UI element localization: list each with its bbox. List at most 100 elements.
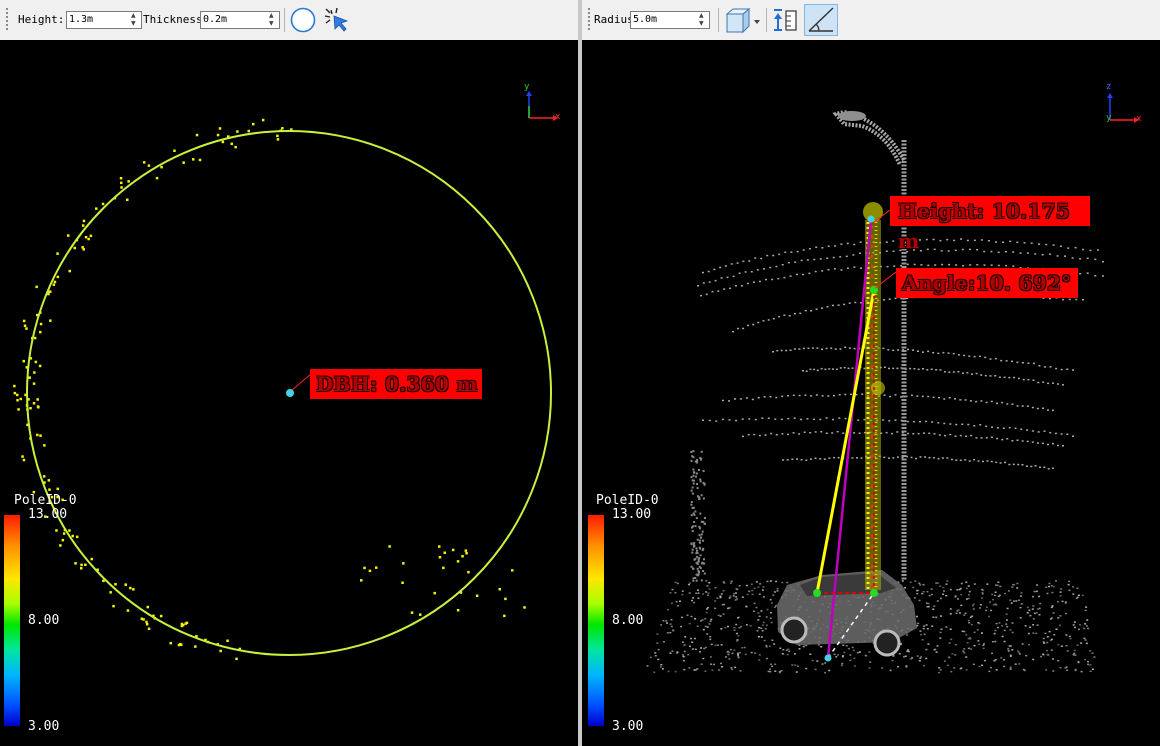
ground-point (759, 583, 762, 585)
ground-point (965, 656, 968, 658)
slice-point (443, 551, 446, 554)
thickness-spinbox[interactable]: 0.2m ▲ ▼ (200, 11, 280, 29)
wire-point (821, 270, 824, 272)
slice-point (433, 591, 436, 595)
wire-point (774, 418, 777, 420)
ground-point (656, 642, 659, 644)
top-view-canvas[interactable] (0, 40, 578, 746)
legend-max: 13.00 (612, 507, 652, 522)
ground-point (776, 590, 779, 592)
angle-measure-button[interactable] (804, 4, 838, 36)
wire-point (782, 459, 784, 461)
wire-point (856, 457, 858, 459)
ground-point (733, 592, 736, 595)
ground-point (714, 607, 717, 610)
ground-point (738, 585, 741, 587)
wire-point (785, 349, 788, 352)
wire-point (742, 327, 745, 330)
radius-value[interactable]: 5.0m (633, 14, 657, 25)
ground-point (706, 608, 708, 610)
slice-point (56, 275, 60, 279)
wire-point (1026, 405, 1029, 407)
wire-point (1041, 442, 1044, 445)
toolbar-grip[interactable] (588, 8, 590, 32)
ground-point (1089, 650, 1092, 652)
wire-point (990, 400, 993, 403)
slice-point (504, 597, 507, 601)
ground-point (1083, 627, 1086, 630)
wire-point (811, 347, 814, 349)
wire-point (932, 352, 935, 354)
ground-point (765, 624, 768, 626)
wire-point (852, 254, 855, 256)
wire-point (1097, 249, 1099, 251)
ground-point (1032, 605, 1035, 607)
wire-point (819, 258, 822, 260)
slice-point (523, 606, 526, 609)
ground-point (926, 591, 929, 593)
wire-point (1041, 254, 1044, 256)
height-spinbox[interactable]: 1.3m ▲ ▼ (66, 11, 142, 29)
height-measure-button[interactable] (770, 5, 800, 35)
wire-point (986, 460, 989, 462)
ground-point (695, 472, 698, 475)
perspective-view-canvas[interactable] (582, 40, 1160, 746)
thickness-spin-arrows[interactable]: ▲ ▼ (268, 12, 278, 28)
ground-point (1074, 668, 1077, 671)
ground-point (744, 653, 747, 656)
view-cube-button[interactable] (723, 5, 763, 35)
ground-point (936, 645, 939, 647)
wire-point (737, 327, 739, 330)
ground-point (1039, 602, 1042, 605)
left-viewport[interactable]: y x DBH: 0.360 m PoleID-0 13.00 8.00 3.0… (0, 40, 578, 746)
ground-point (1073, 652, 1076, 655)
wire-point (917, 368, 920, 371)
wire-point (938, 434, 941, 436)
wire-point (814, 431, 817, 433)
ground-point (864, 654, 867, 657)
right-viewport[interactable]: z y x Height: 10.175 m Angle:10. 692° Po… (582, 40, 1160, 746)
ground-point (933, 649, 936, 651)
circle-fit-button[interactable] (288, 5, 318, 35)
radius-spinbox[interactable]: 5.0m ▲ ▼ (630, 11, 710, 29)
wire-point (964, 399, 967, 401)
thickness-value[interactable]: 0.2m (203, 14, 227, 25)
ground-point (692, 468, 695, 471)
ground-point (716, 597, 719, 599)
slice-point (503, 614, 506, 618)
wire-point (798, 394, 801, 397)
ground-point (971, 615, 974, 617)
ground-point (939, 669, 942, 671)
height-spin-arrows[interactable]: ▲ ▼ (130, 12, 140, 28)
wire-point (832, 418, 834, 421)
ground-point (946, 580, 949, 582)
slice-point (68, 529, 71, 532)
wire-point (1030, 242, 1033, 244)
wire-point (812, 418, 815, 421)
ground-point (945, 583, 948, 585)
height-value[interactable]: 1.3m (69, 14, 93, 25)
wire-point (805, 459, 808, 461)
ground-point (985, 606, 988, 608)
wire-point (1011, 440, 1014, 442)
ground-point (970, 648, 973, 650)
ground-point (981, 664, 984, 667)
radius-spin-arrows[interactable]: ▲ ▼ (698, 12, 708, 28)
ground-point (1016, 582, 1019, 585)
ground-point (646, 665, 649, 667)
ground-point (920, 655, 923, 658)
wire-point (887, 349, 890, 351)
pick-pointer-button[interactable] (322, 5, 352, 35)
ground-point (852, 649, 855, 652)
ground-point (713, 663, 715, 666)
ground-point (677, 605, 680, 607)
slice-point (87, 237, 90, 241)
ground-point (692, 512, 695, 515)
ground-point (748, 590, 751, 593)
toolbar-grip[interactable] (6, 8, 8, 32)
ground-point (666, 632, 669, 634)
ground-point (922, 664, 925, 667)
slice-point (475, 594, 479, 597)
ground-point (911, 657, 914, 659)
ground-point (981, 593, 984, 595)
